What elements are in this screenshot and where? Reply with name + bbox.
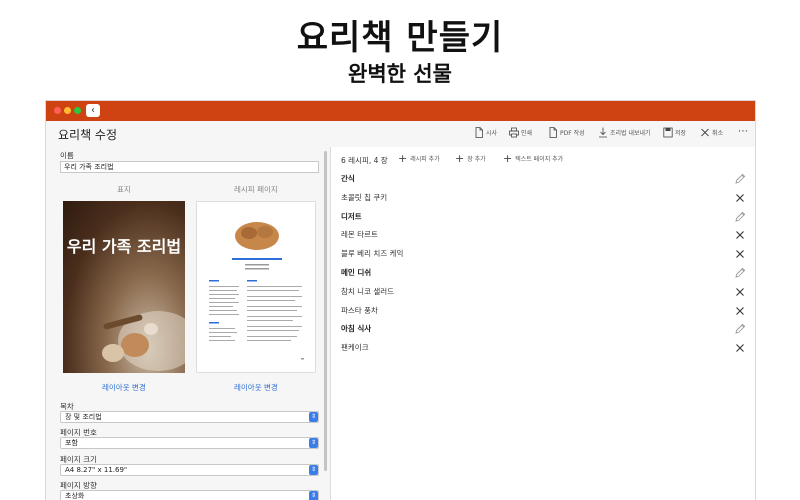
recipe-page-thumbnail (209, 222, 304, 360)
recipe-label: 파스타 풍차 (341, 305, 378, 315)
zoom-window-button[interactable] (74, 107, 81, 114)
document-icon (475, 127, 483, 138)
pdf-button[interactable]: PDF 작성 (548, 127, 585, 138)
more-icon[interactable]: ⋯ (738, 126, 748, 137)
toc-select[interactable]: 장 및 조리법 ⇕ (60, 411, 319, 423)
recipe-row[interactable]: 블루 베리 치즈 케익 (341, 245, 746, 263)
back-button[interactable]: ‹ (86, 104, 100, 117)
window-title: 요리책 수정 (58, 128, 118, 142)
orientation-value: 초상화 (65, 492, 85, 500)
plus-icon: + (503, 152, 513, 165)
print-label: 인쇄 (521, 130, 533, 137)
recipe-label: 블루 베리 치즈 케익 (341, 249, 404, 259)
export-label: 조리법 내보내기 (610, 130, 651, 137)
chapter-label: 디저트 (341, 211, 362, 221)
chapter-label: 메인 디쉬 (341, 268, 372, 277)
name-label: 이름 (60, 151, 74, 160)
toolbar: 요리책 수정 시사 인쇄 PDF 작성 조리법 내보내기 저장 취소 ⋯ (46, 121, 755, 143)
change-recipe-layout-link[interactable]: 레이아웃 변경 (234, 382, 278, 393)
chapter-row[interactable]: 아침 식사 (341, 320, 746, 338)
edit-icon[interactable] (734, 323, 746, 335)
recipe-row[interactable]: 참치 니코 샐러드 (341, 283, 746, 301)
cancel-label: 취소 (712, 130, 724, 137)
delete-icon[interactable] (734, 305, 746, 317)
add-text-page-button[interactable]: + 텍스트 페이지 추가 (503, 152, 564, 165)
chapter-label: 간식 (341, 174, 355, 183)
delete-icon[interactable] (734, 286, 746, 298)
recipe-row[interactable]: 파스타 풍차 (341, 302, 746, 320)
close-icon (701, 128, 709, 137)
save-button[interactable]: 저장 (663, 127, 686, 138)
chevron-updown-icon: ⇕ (309, 438, 318, 448)
chevron-updown-icon: ⇕ (309, 412, 318, 422)
printer-icon (509, 127, 519, 138)
recipe-page-header: 레시피 페이지 (234, 185, 278, 194)
recipe-row[interactable]: 초콜릿 칩 쿠키 (341, 189, 746, 207)
page-size-value: A4 8.27" x 11.69" (65, 466, 128, 474)
add-recipe-button[interactable]: + 레시피 추가 (398, 152, 440, 165)
chapter-row[interactable]: 간식 (341, 170, 746, 188)
minimize-window-button[interactable] (64, 107, 71, 114)
cover-header: 표지 (117, 185, 131, 194)
recipe-label: 참치 니코 샐러드 (341, 286, 395, 296)
save-icon (663, 127, 673, 138)
cover-preview[interactable]: 우리 가족 조리법 (63, 201, 185, 373)
delete-icon[interactable] (734, 229, 746, 241)
scrollbar[interactable] (324, 151, 327, 471)
cancel-button[interactable]: 취소 (700, 127, 723, 138)
recipe-label: 팬케이크 (341, 343, 369, 353)
cover-photo-image (102, 311, 185, 371)
pdf-label: PDF 작성 (560, 130, 585, 137)
add-chapter-label: 장 추가 (467, 156, 486, 163)
hero-title: 요리책 만들기 (296, 18, 504, 58)
settings-panel: 이름 우리 가족 조리법 표지 레시피 페이지 우리 가족 조리법 레이아웃 변… (46, 147, 329, 500)
toc-value: 장 및 조리법 (65, 413, 102, 421)
orientation-select[interactable]: 초상화 ⇕ (60, 490, 319, 500)
name-field[interactable]: 우리 가족 조리법 (60, 161, 319, 173)
recipe-count: 6 레시피, 4 장 (341, 156, 388, 165)
close-window-button[interactable] (54, 107, 61, 114)
preview-label: 시사 (486, 130, 498, 137)
hero-subtitle: 완벽한 선물 (348, 62, 452, 86)
edit-icon[interactable] (734, 267, 746, 279)
change-cover-layout-link[interactable]: 레이아웃 변경 (102, 382, 146, 393)
plus-icon: + (398, 152, 408, 165)
chevron-updown-icon: ⇕ (309, 465, 318, 475)
add-chapter-button[interactable]: + 장 추가 (455, 152, 486, 165)
recipe-list-panel: 6 레시피, 4 장 + 레시피 추가 + 장 추가 + 텍스트 페이지 추가 … (331, 147, 755, 500)
add-text-page-label: 텍스트 페이지 추가 (515, 156, 564, 163)
delete-icon[interactable] (734, 248, 746, 260)
recipe-row[interactable]: 레몬 타르트 (341, 226, 746, 244)
add-recipe-label: 레시피 추가 (410, 156, 440, 163)
print-button[interactable]: 인쇄 (509, 127, 532, 138)
page-size-select[interactable]: A4 8.27" x 11.69" ⇕ (60, 464, 319, 476)
preview-button[interactable]: 시사 (474, 127, 497, 138)
plus-icon: + (455, 152, 465, 165)
edit-icon[interactable] (734, 173, 746, 185)
cover-title: 우리 가족 조리법 (66, 237, 182, 256)
chapter-label: 아침 식사 (341, 324, 372, 334)
edit-icon[interactable] (734, 211, 746, 223)
page-number-value: 포함 (65, 439, 78, 447)
recipe-label: 레몬 타르트 (341, 230, 378, 240)
export-recipes-button[interactable]: 조리법 내보내기 (598, 127, 651, 138)
export-icon (599, 127, 607, 138)
delete-icon[interactable] (734, 192, 746, 204)
chevron-updown-icon: ⇕ (309, 491, 318, 500)
recipe-page-preview[interactable] (196, 201, 316, 373)
title-bar: ‹ (46, 101, 755, 121)
pdf-icon (549, 127, 557, 138)
recipe-row[interactable]: 팬케이크 (341, 339, 746, 357)
chapter-row[interactable]: 디저트 (341, 208, 746, 226)
save-label: 저장 (675, 130, 687, 137)
delete-icon[interactable] (734, 342, 746, 354)
page-number-select[interactable]: 포함 ⇕ (60, 437, 319, 449)
chapter-row[interactable]: 메인 디쉬 (341, 264, 746, 282)
app-window: ‹ 요리책 수정 시사 인쇄 PDF 작성 조리법 내보내기 저장 취소 ⋯ 이… (45, 100, 756, 500)
recipe-label: 초콜릿 칩 쿠키 (341, 192, 388, 202)
